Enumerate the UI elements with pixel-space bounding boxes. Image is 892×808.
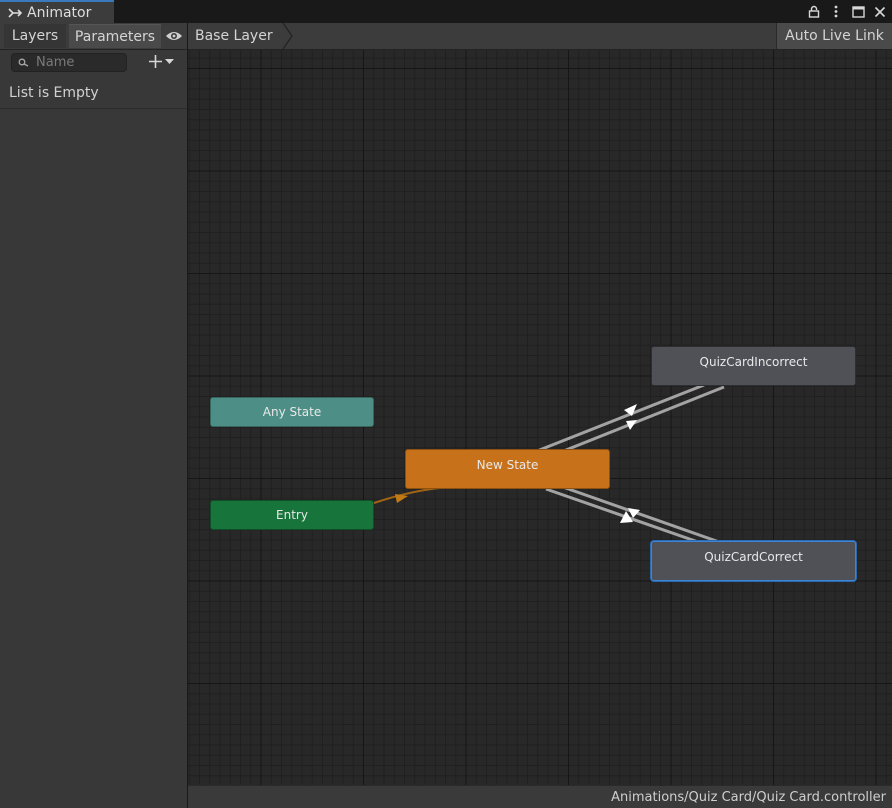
state-label: Entry	[276, 508, 308, 522]
transition-entry-to-new-state	[373, 487, 441, 504]
transition-new-state-to-incorrect	[536, 383, 705, 453]
state-label: Any State	[262, 405, 322, 419]
state-label: QuizCardIncorrect	[699, 355, 808, 369]
state-label: QuizCardCorrect	[704, 550, 803, 564]
state-label: New State	[476, 458, 539, 472]
controller-path: Animations/Quiz Card/Quiz Card.controlle…	[611, 789, 886, 805]
state-new-state[interactable]: New State	[405, 449, 610, 489]
state-any-state[interactable]: Any State	[210, 397, 374, 427]
state-entry[interactable]: Entry	[210, 500, 374, 530]
transition-arrow-icon	[624, 404, 637, 416]
state-quiz-card-correct[interactable]: QuizCardCorrect	[651, 541, 856, 581]
transition-edges	[373, 383, 725, 545]
controller-path-status: Animations/Quiz Card/Quiz Card.controlle…	[188, 785, 892, 808]
transition-correct-to-new-state	[559, 484, 723, 545]
state-quiz-card-incorrect[interactable]: QuizCardIncorrect	[651, 346, 856, 386]
transition-arrow-icon	[395, 494, 408, 503]
